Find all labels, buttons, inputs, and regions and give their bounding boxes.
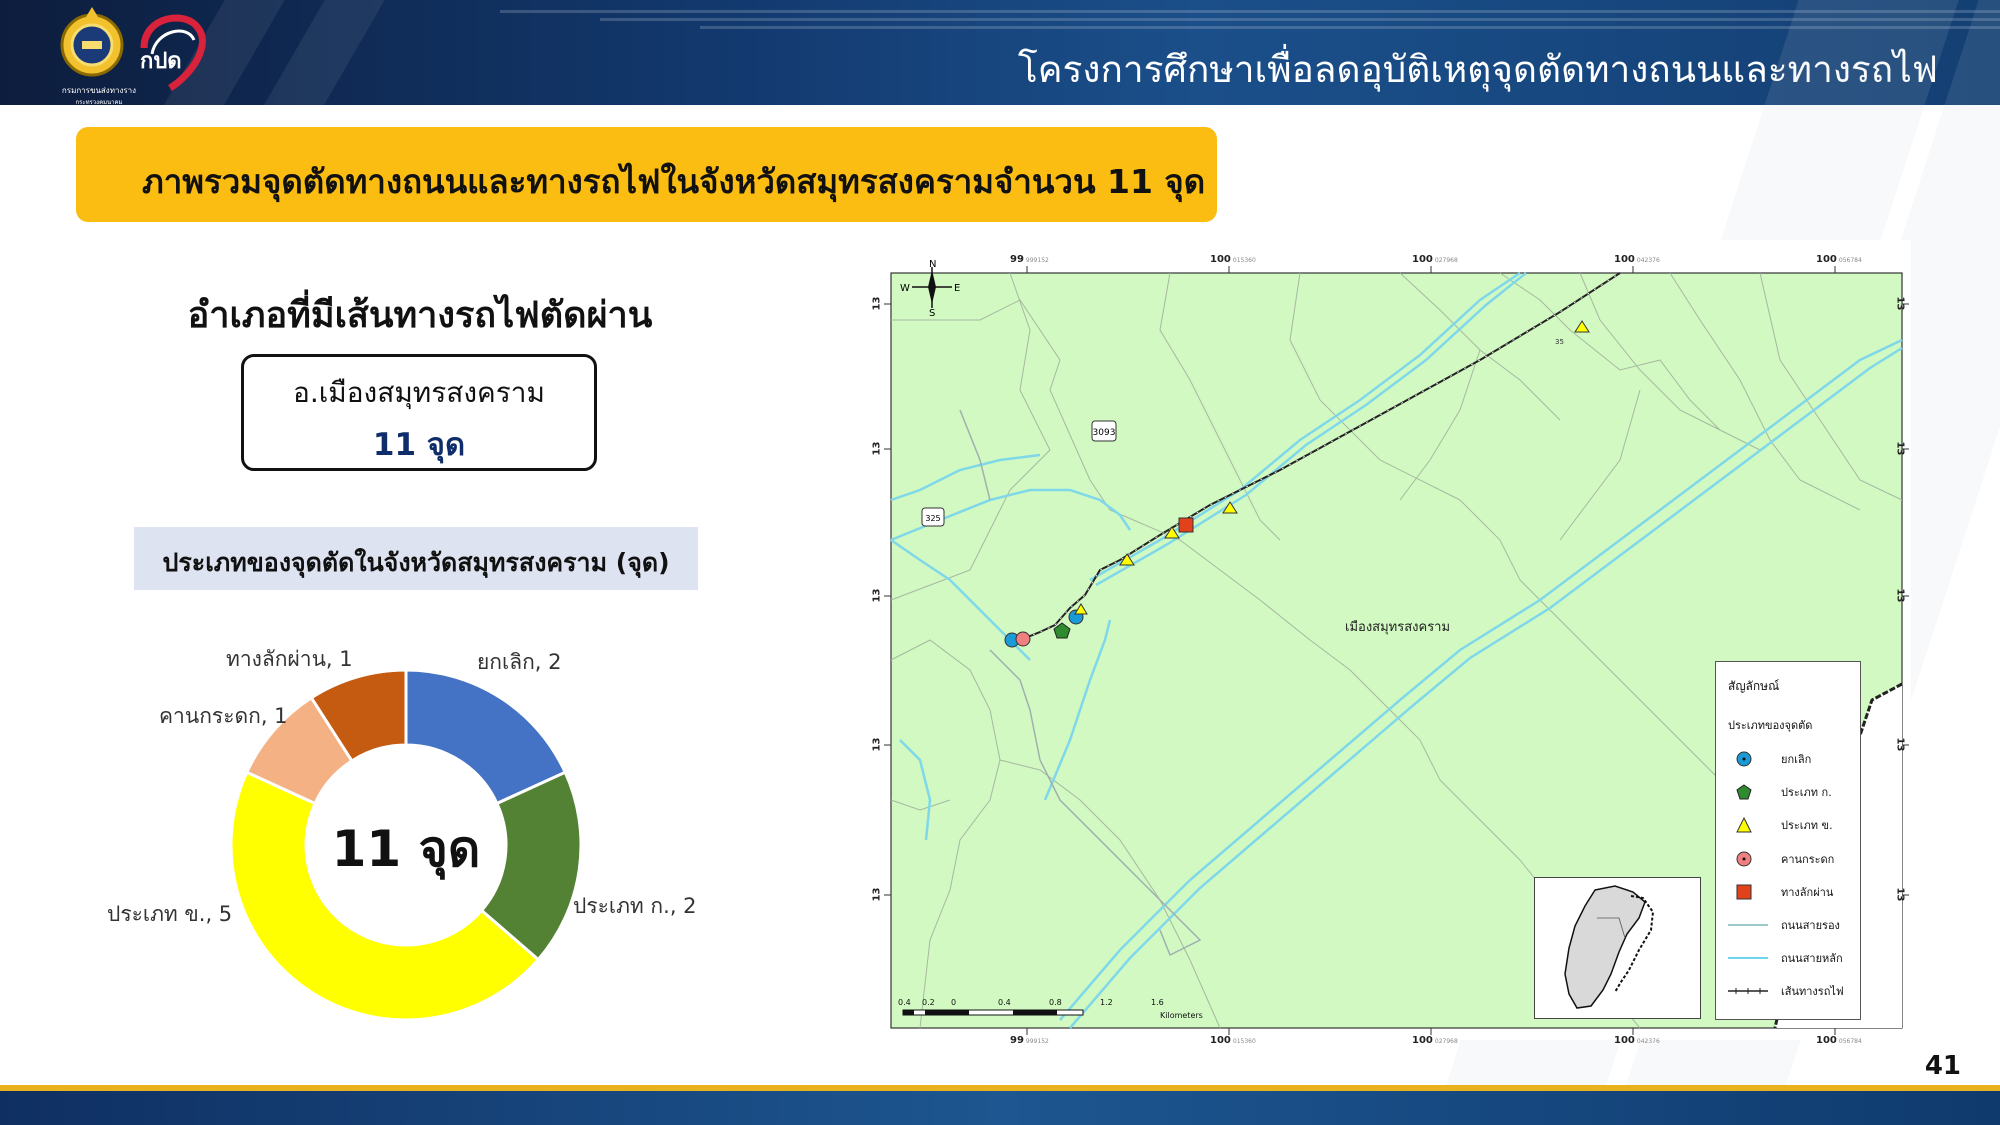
map-coordinate-right: 13 [1894, 737, 1906, 752]
legend-item-type-a: ประเภท ก. [1724, 781, 1860, 801]
scale-tick: 0.8 [1049, 998, 1062, 1007]
legend-item-major-road: ถนนสายหลัก [1724, 947, 1860, 967]
svg-text:W: W [900, 283, 910, 294]
scale-tick: 0.2 [922, 998, 935, 1007]
major-road-line-icon [1728, 957, 1768, 959]
scale-tick: 1.6 [1151, 998, 1164, 1007]
scale-bar [902, 1009, 1084, 1016]
red-square-icon [1736, 884, 1752, 900]
map-coordinate-top: 99 999152 [1010, 254, 1049, 265]
map-coordinate-right: 13 [1894, 588, 1906, 603]
district-heading: อำเภอที่มีเส้นทางรถไฟตัดผ่าน [187, 295, 653, 336]
kpd-logo: กปด [140, 14, 206, 92]
header-stripe [500, 10, 2000, 13]
road-shield-3093: 3093 [1091, 420, 1117, 442]
chart-caption-text: ประเภทของจุดตัดในจังหวัดสมุทรสงคราม (จุด… [162, 548, 670, 577]
legend-item-railway: เส้นทางรถไฟ [1724, 980, 1860, 1000]
inset-locator-map [1534, 877, 1701, 1019]
map-coordinate-bottom: 100 056784 [1816, 1035, 1862, 1046]
legend-item-illegal-crossing: ทางลักผ่าน [1724, 881, 1860, 901]
legend-item-type-b: ประเภท ข. [1724, 814, 1860, 834]
svg-text:S: S [929, 308, 935, 319]
legend-item-minor-road: ถนนสายรอง [1724, 914, 1860, 934]
map-coordinate-bottom: 100 015360 [1210, 1035, 1256, 1046]
footer-blue-bar [0, 1091, 2000, 1125]
chart-caption: ประเภทของจุดตัดในจังหวัดสมุทรสงคราม (จุด… [134, 527, 698, 590]
slice-label-type-a: ประเภท ก., 2 [573, 894, 697, 918]
illegal-crossing-marker [1178, 517, 1194, 533]
map-coordinate-left: 13 [871, 588, 883, 603]
slice-label-illegal-crossing: ทางลักผ่าน, 1 [226, 647, 353, 671]
svg-text:3093: 3093 [1093, 428, 1116, 438]
banner-title: ภาพรวมจุดตัดทางถนนและทางรถไฟในจังหวัดสมุ… [142, 162, 1206, 201]
minor-road-line-icon [1728, 924, 1768, 926]
map-coordinate-left: 13 [871, 887, 883, 902]
map-coordinate-bottom: 100 042376 [1614, 1035, 1660, 1046]
map-coordinate-right: 13 [1894, 441, 1906, 456]
header-stripe [600, 18, 2000, 21]
map-district-label: เมืองสมุทรสงคราม [1345, 620, 1451, 635]
map-legend: สัญลักษณ์ ประเภทของจุดตัด ยกเลิก ประเภท … [1715, 661, 1861, 1020]
blue-octagon-icon [1736, 751, 1752, 767]
map-coordinate-top: 100 015360 [1210, 254, 1256, 265]
slice-label-cancelled: ยกเลิก, 2 [477, 650, 562, 674]
map-coordinate-right: 13 [1894, 887, 1906, 902]
map-coordinate-top: 100 042376 [1614, 254, 1660, 265]
svg-text:E: E [954, 283, 960, 294]
road-shield-325: 325 [921, 507, 945, 527]
title-banner: ภาพรวมจุดตัดทางถนนและทางรถไฟในจังหวัดสมุ… [76, 127, 1217, 222]
department-seal-logo [60, 7, 124, 77]
scale-tick: 0.4 [898, 998, 911, 1007]
svg-text:N: N [929, 259, 936, 270]
scale-unit: Kilometers [1160, 1011, 1203, 1020]
pink-circle-icon [1736, 851, 1752, 867]
map-coordinate-top: 100 056784 [1816, 254, 1862, 265]
scale-tick: 0.4 [998, 998, 1011, 1007]
legend-item-barrier-gate: คานกระดก [1724, 848, 1860, 868]
green-pentagon-icon [1736, 784, 1752, 800]
map-coordinate-bottom: 99 999152 [1010, 1035, 1049, 1046]
district-count: 11 จุด [372, 427, 466, 463]
district-box: อ.เมืองสมุทรสงคราม 11 จุด [241, 354, 597, 471]
donut-center-label: 11 จุด [331, 820, 481, 878]
road-number-35: 35 [1555, 338, 1564, 346]
scale-tick: 0 [951, 998, 957, 1007]
slice-label-type-b: ประเภท ข., 5 [107, 902, 233, 926]
header-bar: กรมการขนส่งทางราง กระทรวงคมนาคม กปด โครง… [0, 0, 2000, 105]
barrier-gate-crossing-marker [1015, 631, 1031, 647]
page-number: 41 [1924, 1051, 1961, 1081]
inset-province-outline [1564, 885, 1655, 1009]
svg-text:กปด: กปด [140, 49, 182, 74]
railway-line-icon [1728, 988, 1768, 994]
yellow-triangle-icon [1736, 817, 1752, 833]
map-coordinate-top: 100 027968 [1412, 254, 1458, 265]
legend-title: สัญลักษณ์ [1728, 679, 1780, 693]
map-coordinate-left: 13 [871, 296, 883, 311]
crossing-location-map: 3093 325 35 N S E W 99 999152 100 015360… [860, 240, 1911, 1046]
map-coordinate-left: 13 [871, 441, 883, 456]
map-coordinate-left: 13 [871, 737, 883, 752]
legend-subtitle: ประเภทของจุดตัด [1728, 719, 1813, 732]
slice-label-barrier-gate: คานกระดก, 1 [159, 704, 288, 728]
legend-item-cancelled: ยกเลิก [1724, 748, 1860, 768]
district-name: อ.เมืองสมุทรสงคราม [293, 376, 545, 409]
scale-tick: 1.2 [1100, 998, 1113, 1007]
map-coordinate-right: 13 [1894, 296, 1906, 311]
map-coordinate-bottom: 100 027968 [1412, 1035, 1458, 1046]
svg-text:325: 325 [925, 514, 940, 523]
